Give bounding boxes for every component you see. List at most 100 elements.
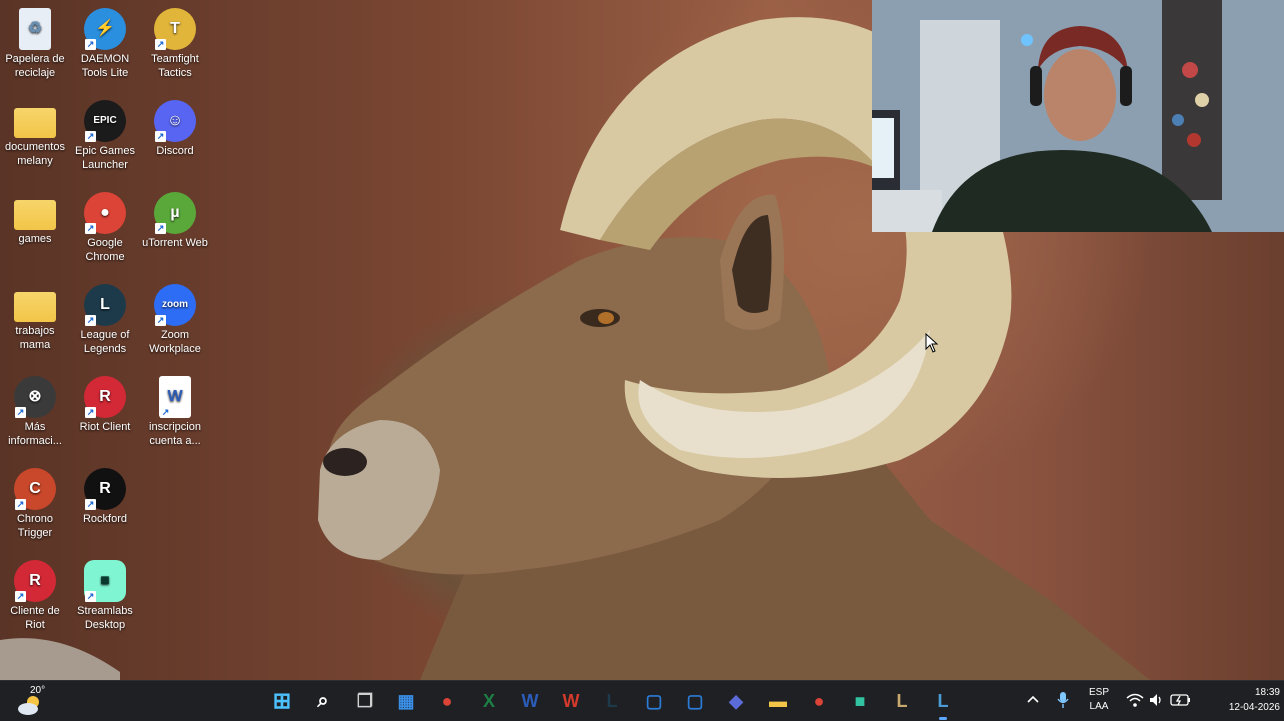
desktop-shortcut[interactable]: C ↗ Chrono Trigger [0,468,70,540]
desktop-shortcut[interactable]: ♻ Papelera de reciclaje [0,8,70,80]
league-of-legends-icon: L [937,690,949,711]
taskbar-streamlabs[interactable]: ■ [846,687,874,715]
network-volume-battery-button[interactable] [1124,690,1196,712]
windows-start-icon: ⊞ [272,688,292,713]
taskbar-start-button[interactable]: ⊞ [268,687,296,715]
desktop-shortcut-label: Epic Games Launcher [75,145,135,171]
shortcut-arrow-icon: ↗ [85,499,96,510]
desktop-shortcut[interactable]: µ ↗ uTorrent Web [140,192,210,250]
desktop-shortcut-label: Riot Client [79,421,131,433]
desktop-shortcut-label: Discord [156,145,194,157]
league-of-legends-icon: L ↗ [84,284,126,326]
taskbar-google-chrome-2[interactable]: ● [805,687,833,715]
utorrent-icon: µ ↗ [154,192,196,234]
streamlabs-icon: ■ ↗ [84,560,126,602]
desktop-shortcut[interactable]: documentos melany [0,100,70,168]
window-icon: ▢ [645,690,663,711]
riot-client-icon: R ↗ [84,376,126,418]
desktop-shortcut-label: DAEMON Tools Lite [80,53,130,79]
weather-temperature: 20° [30,685,46,696]
taskbar-microsoft-store[interactable]: ▦ [392,687,420,715]
desktop-shortcut[interactable]: EPIC ↗ Epic Games Launcher [70,100,140,172]
mouse-cursor-icon [925,333,939,353]
chrome-icon: ● ↗ [84,192,126,234]
desktop-shortcut-label: Chrono Trigger [16,513,54,539]
show-hidden-icons-button[interactable] [1026,693,1042,709]
shortcut-arrow-icon: ↗ [15,407,26,418]
taskbar-league-of-legends[interactable]: L [598,687,626,715]
desktop-shortcut[interactable]: ⊗ ↗ Más informaci... [0,376,70,448]
rockford-icon: R ↗ [84,468,126,510]
wps-icon: W [562,690,580,711]
streamlabs-icon: ■ [854,690,866,711]
shortcut-arrow-icon: ↗ [155,131,166,142]
search-icon: ⌕ [317,689,329,712]
window-icon: ▢ [686,690,704,711]
microphone-tray-button[interactable] [1056,691,1072,711]
desktop-shortcut-label: Cliente de Riot [10,605,60,631]
chrono-trigger-icon: C ↗ [14,468,56,510]
clock-button[interactable]: 18:39 12-04-2026 [1200,684,1280,718]
taskbar: 20° ⊞ ⌕ ❐ ▦ ● X W W L ▢ ▢ ◆ ▬ ● ■ L L ESP LAA [0,680,1284,721]
taskbar-app-window-1[interactable]: ▢ [640,687,668,715]
microphone-icon [1057,692,1069,708]
taskbar-search-button[interactable]: ⌕ [309,687,337,715]
input-language-button[interactable]: ESP LAA [1084,685,1114,717]
desktop-shortcut[interactable]: R ↗ Riot Client [70,376,140,434]
taskbar-league-client[interactable]: L [888,687,916,715]
taskbar-wps-office[interactable]: W [557,687,585,715]
desktop-shortcut[interactable]: ■ ↗ Streamlabs Desktop [70,560,140,632]
chrome-icon: ● [813,690,825,711]
shortcut-arrow-icon: ↗ [85,39,96,50]
desktop-shortcut[interactable]: ☺ ↗ Discord [140,100,210,158]
desktop-shortcut[interactable]: ⚡ ↗ DAEMON Tools Lite [70,8,140,80]
desktop-shortcut-label: games [18,233,52,245]
desktop-shortcut[interactable]: R ↗ Cliente de Riot [0,560,70,632]
taskbar-file-explorer[interactable]: ▬ [764,687,792,715]
riot-client-icon: R ↗ [14,560,56,602]
folder-icon [14,200,56,230]
desktop-shortcut-label: Zoom Workplace [149,329,201,355]
taskbar-task-view-button[interactable]: ❐ [351,687,379,715]
league-of-legends-icon: L [606,690,618,711]
taskbar-excel[interactable]: X [475,687,503,715]
zoom-icon: zoom ↗ [154,284,196,326]
desktop-shortcut-label: Streamlabs Desktop [77,605,133,631]
recycle-bin-icon: ♻ [19,8,51,50]
desktop-shortcut[interactable]: games [0,192,70,246]
taskbar-league-client-active[interactable]: L [929,687,957,720]
desktop-shortcut[interactable]: zoom ↗ Zoom Workplace [140,284,210,356]
shortcut-arrow-icon: ↗ [155,39,166,50]
taskbar-word[interactable]: W [516,687,544,715]
shortcut-arrow-icon: ↗ [155,315,166,326]
taskbar-app-window-2[interactable]: ▢ [681,687,709,715]
desktop-shortcut-label: trabajos mama [15,325,55,351]
weather-widget[interactable]: 20° [14,684,54,718]
discord-icon: ☺ ↗ [154,100,196,142]
folder-icon: ▬ [769,690,787,711]
keyboard-layout: LAA [1089,701,1109,712]
desktop-shortcut-label: Google Chrome [85,237,125,263]
desktop-shortcut-label: uTorrent Web [142,237,208,249]
word-icon: W [521,690,539,711]
desktop-shortcut[interactable]: W ↗ inscripcion cuenta a... [140,376,210,448]
daemon-tools-icon: ⚡ ↗ [84,8,126,50]
shortcut-arrow-icon: ↗ [15,499,26,510]
shortcut-arrow-icon: ↗ [85,315,96,326]
info-circle-icon: ⊗ ↗ [14,376,56,418]
desktop-shortcut-label: League of Legends [80,329,130,355]
battery-charging-icon [1170,694,1190,706]
desktop-shortcut[interactable]: trabajos mama [0,284,70,352]
desktop-shortcut[interactable]: T ↗ Teamfight Tactics [140,8,210,80]
taskbar-google-chrome[interactable]: ● [433,687,461,715]
desktop-shortcut[interactable]: L ↗ League of Legends [70,284,140,356]
desktop-shortcut-label: Papelera de reciclaje [5,53,65,79]
desktop-shortcut[interactable]: R ↗ Rockford [70,468,140,526]
league-of-legends-icon: L [896,690,908,711]
desktop-shortcut-label: Rockford [82,513,128,525]
shortcut-arrow-icon: ↗ [85,131,96,142]
epic-games-icon: EPIC ↗ [84,100,126,142]
taskbar-visual-studio[interactable]: ◆ [722,687,750,715]
desktop-shortcut[interactable]: ● ↗ Google Chrome [70,192,140,264]
desktop-shortcut-label: Teamfight Tactics [151,53,199,79]
